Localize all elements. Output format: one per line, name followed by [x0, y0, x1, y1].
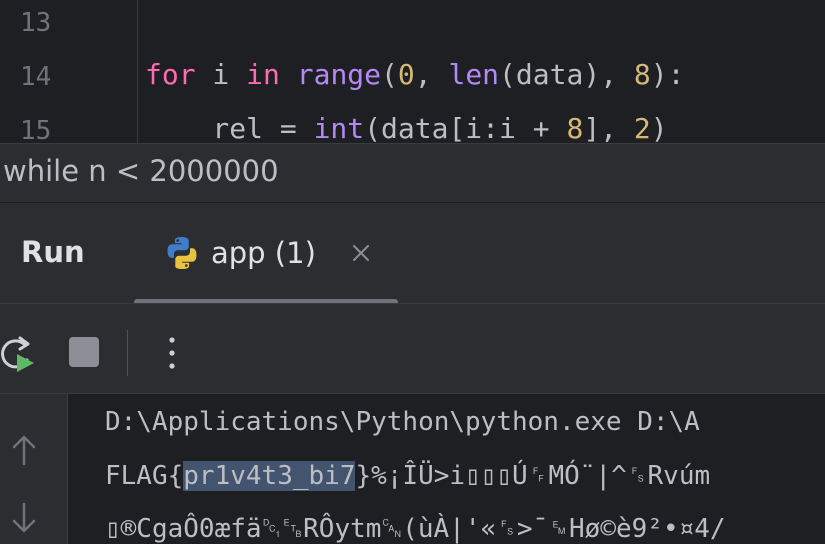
- console-line: D:\Applications\Python\python.exe D:\A: [105, 407, 700, 437]
- code-line-15[interactable]: rel = int(data[i:i + 8], 2): [145, 112, 668, 143]
- scroll-down-icon[interactable]: [10, 500, 38, 536]
- line-number: 14: [20, 62, 52, 92]
- code-line-14[interactable]: for i in range(0, len(data), 8):: [145, 58, 684, 91]
- number-literal: 8: [633, 58, 651, 91]
- run-tab-label: app (1): [211, 236, 316, 270]
- number-literal: 0: [397, 58, 415, 91]
- run-tab-app[interactable]: app (1): [163, 227, 369, 279]
- console-text: }%¡ÎÜ>i▯▯▯Ú␌MÓ¨|^␜Rvúm: [355, 461, 711, 491]
- console-line: ▯®CgaÔ0æfä␑␗RÔytm␘(ùÀ|'«␜>¯␙Hø©è9²•¤4/: [105, 514, 726, 544]
- more-options-icon[interactable]: [162, 332, 182, 374]
- builtin-int: int: [313, 112, 365, 143]
- selected-text[interactable]: pr1v4t3_bi7: [183, 461, 356, 491]
- scroll-up-icon[interactable]: [10, 432, 38, 468]
- stop-button[interactable]: [69, 337, 99, 367]
- code-token: (data[i:i +: [364, 112, 567, 143]
- run-panel-title: Run: [21, 235, 85, 269]
- code-token: (: [381, 58, 398, 91]
- line-number: 15: [20, 116, 52, 143]
- gutter-divider: [137, 0, 138, 143]
- code-token: ],: [583, 112, 634, 143]
- run-toolbar: [0, 303, 825, 394]
- console-line-flag: FLAG{pr1v4t3_bi7}%¡ÎÜ>i▯▯▯Ú␌MÓ¨|^␜Rvúm: [105, 461, 710, 492]
- rerun-icon[interactable]: [0, 334, 38, 374]
- keyword-for: for: [145, 58, 196, 91]
- keyword-in: in: [246, 58, 280, 91]
- builtin-len: len: [448, 58, 500, 91]
- run-tool-window-header: Run app (1): [0, 202, 825, 305]
- python-icon: [167, 237, 197, 269]
- code-editor[interactable]: 13 14 15 for i in range(0, len(data), 8)…: [0, 0, 825, 143]
- code-token: rel =: [145, 112, 314, 143]
- number-literal: 8: [566, 112, 584, 143]
- sticky-scope-text: while n < 2000000: [3, 154, 279, 188]
- code-token: (data),: [499, 58, 634, 91]
- code-token: ): [650, 112, 668, 143]
- sticky-scope-hint[interactable]: while n < 2000000: [0, 143, 825, 202]
- toolbar-divider: [127, 330, 128, 376]
- number-literal: 2: [633, 112, 651, 143]
- close-icon[interactable]: [348, 240, 374, 266]
- console-text: FLAG{: [105, 461, 184, 491]
- code-token: ,: [414, 58, 449, 91]
- console-output[interactable]: D:\Applications\Python\python.exe D:\A F…: [0, 393, 825, 544]
- line-number: 13: [20, 8, 52, 38]
- code-token: ):: [650, 58, 685, 91]
- line-number-gutter: 13 14 15: [0, 0, 115, 143]
- code-token: i: [195, 58, 247, 91]
- console-gutter: [0, 394, 68, 544]
- builtin-range: range: [296, 58, 382, 91]
